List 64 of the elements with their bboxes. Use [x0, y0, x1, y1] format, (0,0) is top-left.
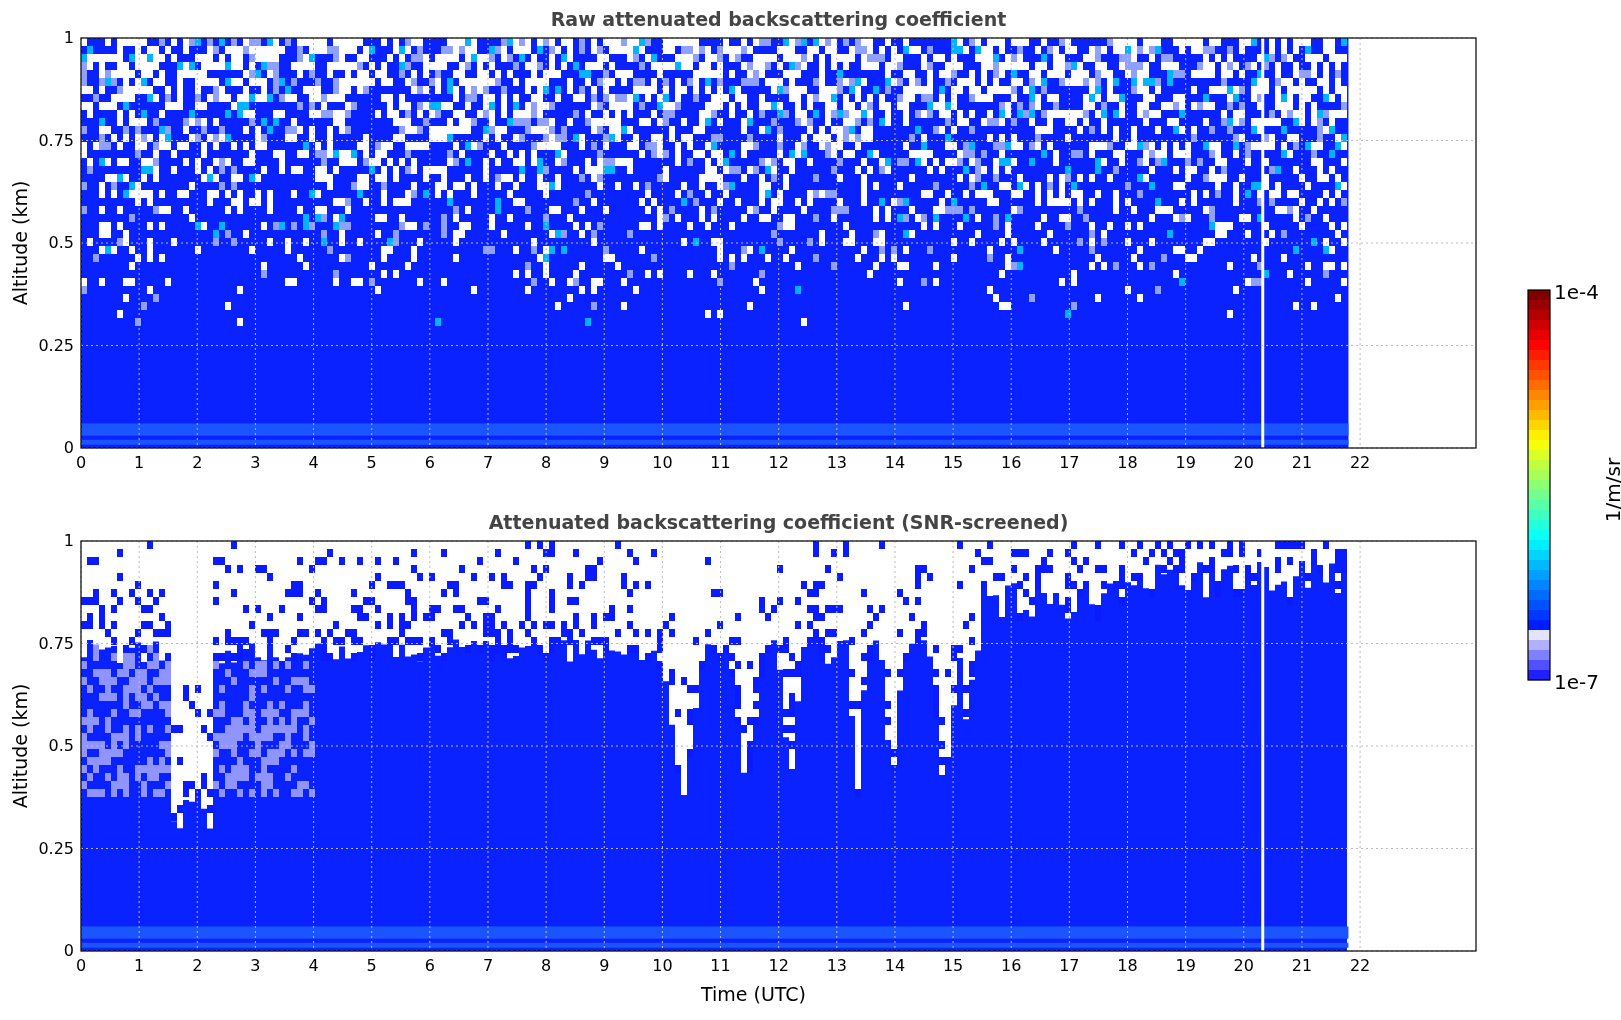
- x-tick-label: 19: [1175, 453, 1196, 472]
- x-tick-label: 21: [1291, 453, 1313, 472]
- x-tick-label: 17: [1059, 956, 1080, 975]
- x-tick-label: 18: [1117, 453, 1138, 472]
- x-tick-label: 17: [1059, 453, 1080, 472]
- x-tick-label: 4: [308, 453, 319, 472]
- x-tick-label: 7: [482, 956, 494, 975]
- x-tick-label: 4: [308, 956, 319, 975]
- x-tick-label: 7: [482, 453, 494, 472]
- y-tick-label: 0.25: [38, 838, 74, 858]
- colorbar-max-label: 1e-4: [1554, 285, 1599, 304]
- x-tick-label: 2: [192, 956, 203, 975]
- y-tick-label: 1: [63, 28, 74, 47]
- x-tick-label: 10: [652, 956, 673, 975]
- x-tick-label: 8: [541, 453, 552, 472]
- x-tick-label: 8: [541, 956, 552, 975]
- x-tick-label: 14: [884, 453, 906, 472]
- y-tick-label: 0.75: [38, 633, 74, 653]
- x-tick-label: 22: [1349, 956, 1371, 975]
- y-tick-label: 1: [63, 531, 74, 550]
- x-tick-label: 3: [250, 453, 261, 472]
- x-tick-label: 19: [1175, 956, 1196, 975]
- x-tick-label: 21: [1291, 956, 1313, 975]
- x-tick-label: 14: [884, 956, 906, 975]
- y-tick-label: 0.5: [48, 736, 74, 755]
- y-tick-label: 0.5: [48, 233, 74, 252]
- y-tick-label: 0: [63, 438, 74, 457]
- y-axis-label: Altitude (km): [9, 180, 31, 306]
- x-tick-label: 5: [366, 453, 377, 472]
- chart-title: Attenuated backscattering coefficient (SNR-screened): [488, 511, 1069, 533]
- y-tick-label: 0.75: [38, 130, 74, 150]
- x-tick-label: 0: [75, 453, 87, 472]
- x-tick-label: 12: [768, 956, 789, 975]
- x-tick-label: 1: [134, 453, 145, 472]
- x-tick-label: 15: [942, 453, 964, 472]
- x-axis-label: Time (UTC): [701, 983, 806, 1005]
- colorbar-unit-label: 1/m/sr: [1601, 457, 1621, 523]
- x-tick-label: 3: [250, 956, 261, 975]
- x-tick-label: 13: [826, 453, 847, 472]
- x-tick-label: 13: [826, 956, 847, 975]
- x-tick-label: 12: [768, 453, 789, 472]
- colorbar-min-label: 1e-7: [1554, 670, 1599, 694]
- y-tick-label: 0: [63, 941, 74, 960]
- x-tick-label: 5: [366, 956, 377, 975]
- x-tick-label: 1: [134, 956, 145, 975]
- x-tick-label: 2: [192, 453, 203, 472]
- x-tick-label: 11: [710, 453, 731, 472]
- x-tick-label: 20: [1233, 956, 1254, 975]
- x-tick-label: 0: [75, 956, 87, 975]
- x-tick-label: 18: [1117, 956, 1138, 975]
- x-tick-label: 9: [599, 956, 610, 975]
- x-tick-label: 15: [942, 956, 964, 975]
- x-tick-label: 10: [652, 453, 673, 472]
- x-tick-label: 11: [710, 956, 731, 975]
- x-tick-label: 6: [424, 956, 435, 975]
- y-tick-label: 0.25: [38, 335, 74, 355]
- x-tick-label: 22: [1349, 453, 1371, 472]
- x-tick-label: 20: [1233, 453, 1254, 472]
- x-tick-label: 6: [424, 453, 435, 472]
- x-tick-label: 16: [1001, 956, 1022, 975]
- y-axis-label: Altitude (km): [9, 683, 31, 809]
- x-tick-label: 9: [599, 453, 610, 472]
- chart-title: Raw attenuated backscattering coefficient: [550, 8, 1007, 30]
- x-tick-label: 16: [1001, 453, 1022, 472]
